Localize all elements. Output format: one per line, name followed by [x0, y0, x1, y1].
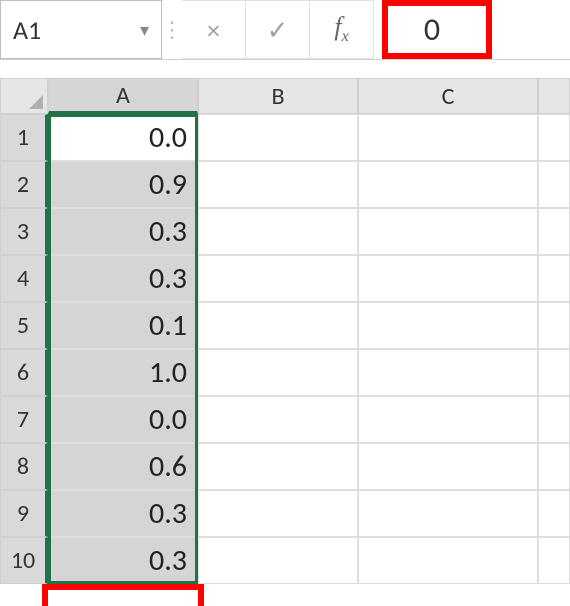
cell-B7[interactable]: [198, 396, 358, 443]
cell-B4[interactable]: [198, 255, 358, 302]
check-icon: ✓: [267, 14, 289, 46]
row-header-1[interactable]: 1: [0, 114, 48, 161]
cell-C7[interactable]: [358, 396, 538, 443]
formula-value-highlight: 0: [382, 0, 492, 59]
row-header-10[interactable]: 10: [0, 537, 48, 584]
cell-D5[interactable]: [538, 302, 570, 349]
formula-bar-value[interactable]: 0: [424, 10, 450, 49]
cell-C10[interactable]: [358, 537, 538, 584]
row-header-7[interactable]: 7: [0, 396, 48, 443]
row-header-2[interactable]: 2: [0, 161, 48, 208]
row-header-3[interactable]: 3: [0, 208, 48, 255]
cell-D8[interactable]: [538, 443, 570, 490]
table-row: 6 1.0: [0, 349, 570, 396]
table-row: 4 0.3: [0, 255, 570, 302]
table-row: 3 0.3: [0, 208, 570, 255]
fx-icon: fx: [334, 12, 348, 46]
table-row: 7 0.0: [0, 396, 570, 443]
cell-C1[interactable]: [358, 114, 538, 161]
cell-B3[interactable]: [198, 208, 358, 255]
cell-D3[interactable]: [538, 208, 570, 255]
row-header-6[interactable]: 6: [0, 349, 48, 396]
table-row: 1 0.0: [0, 114, 570, 161]
cell-B2[interactable]: [198, 161, 358, 208]
cell-B6[interactable]: [198, 349, 358, 396]
row-header-5[interactable]: 5: [0, 302, 48, 349]
grid-rows: 1 0.0 2 0.9 3 0.3 4 0.3: [0, 114, 570, 584]
column-header-D[interactable]: [538, 78, 570, 114]
close-icon: ×: [207, 14, 220, 46]
cell-C4[interactable]: [358, 255, 538, 302]
cell-A6[interactable]: 1.0: [48, 349, 198, 396]
cancel-button[interactable]: ×: [182, 0, 246, 59]
cell-C3[interactable]: [358, 208, 538, 255]
formula-bar: A1 ▾ ⋮ × ✓ fx 0: [0, 0, 570, 60]
table-row: 2 0.9: [0, 161, 570, 208]
separator-icon: ⋮: [162, 0, 182, 59]
cell-D9[interactable]: [538, 490, 570, 537]
cell-C9[interactable]: [358, 490, 538, 537]
cell-B5[interactable]: [198, 302, 358, 349]
cell-D4[interactable]: [538, 255, 570, 302]
column-header-C[interactable]: C: [358, 78, 538, 114]
cell-A8[interactable]: 0.6: [48, 443, 198, 490]
cell-D6[interactable]: [538, 349, 570, 396]
cell-A10[interactable]: 0.3: [48, 537, 198, 584]
cell-B8[interactable]: [198, 443, 358, 490]
cell-D10[interactable]: [538, 537, 570, 584]
row-header-8[interactable]: 8: [0, 443, 48, 490]
cell-A1[interactable]: 0.0: [48, 114, 198, 161]
cell-B9[interactable]: [198, 490, 358, 537]
cell-C6[interactable]: [358, 349, 538, 396]
column-header-A[interactable]: A: [48, 78, 198, 114]
enter-button[interactable]: ✓: [246, 0, 310, 59]
spreadsheet-grid: A B C 1 0.0 2 0.9 3 0.3 4: [0, 78, 570, 584]
name-box-value: A1: [13, 14, 41, 46]
table-row: 5 0.1: [0, 302, 570, 349]
cell-B1[interactable]: [198, 114, 358, 161]
cell-C5[interactable]: [358, 302, 538, 349]
cell-A2[interactable]: 0.9: [48, 161, 198, 208]
cell-B10[interactable]: [198, 537, 358, 584]
column-header-B[interactable]: B: [198, 78, 358, 114]
bottom-red-highlight: [42, 584, 204, 606]
cell-A5[interactable]: 0.1: [48, 302, 198, 349]
name-box[interactable]: A1 ▾: [0, 0, 162, 59]
select-all-corner[interactable]: [0, 78, 48, 114]
cell-C8[interactable]: [358, 443, 538, 490]
row-header-4[interactable]: 4: [0, 255, 48, 302]
cell-C2[interactable]: [358, 161, 538, 208]
column-headers: A B C: [0, 78, 570, 114]
cell-D1[interactable]: [538, 114, 570, 161]
cell-A4[interactable]: 0.3: [48, 255, 198, 302]
cell-A7[interactable]: 0.0: [48, 396, 198, 443]
chevron-down-icon[interactable]: ▾: [140, 19, 149, 41]
cell-D7[interactable]: [538, 396, 570, 443]
cell-D2[interactable]: [538, 161, 570, 208]
table-row: 9 0.3: [0, 490, 570, 537]
table-row: 10 0.3: [0, 537, 570, 584]
cell-A9[interactable]: 0.3: [48, 490, 198, 537]
row-header-9[interactable]: 9: [0, 490, 48, 537]
cell-A3[interactable]: 0.3: [48, 208, 198, 255]
table-row: 8 0.6: [0, 443, 570, 490]
insert-function-button[interactable]: fx: [310, 0, 374, 59]
